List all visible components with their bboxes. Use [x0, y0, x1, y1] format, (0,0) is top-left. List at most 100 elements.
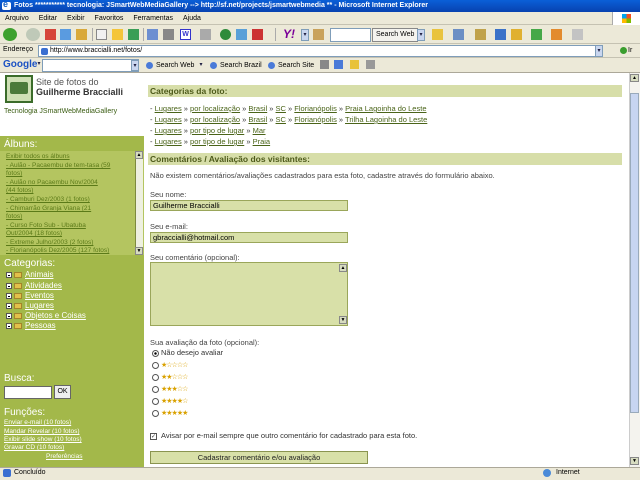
rating-option-2[interactable]: ★★☆☆☆	[152, 372, 188, 381]
site-title[interactable]: Site de fotos do Guilherme Braccialli	[36, 77, 123, 97]
favorites-icon[interactable]	[112, 29, 123, 40]
comment-textarea[interactable]	[150, 262, 348, 326]
google-search-input[interactable]	[42, 59, 139, 72]
tech-link[interactable]: Tecnologia JSmartWebMediaGallery	[4, 108, 117, 115]
category-lugares[interactable]: Lugares	[6, 301, 54, 310]
site-logo-icon[interactable]	[5, 75, 33, 103]
radio-icon[interactable]	[152, 397, 159, 405]
media-icon[interactable]	[236, 29, 247, 40]
favorites-y-icon[interactable]	[511, 29, 522, 40]
blogthis-icon[interactable]	[366, 60, 375, 69]
expand-icon[interactable]	[6, 271, 12, 278]
albums-scrollbar[interactable]	[135, 151, 143, 255]
expand-icon[interactable]	[6, 312, 12, 319]
google-input-dropdown-icon[interactable]: ▾	[131, 60, 139, 71]
textarea-scroll-down-icon[interactable]: ▼	[339, 316, 347, 324]
radio-icon[interactable]	[152, 385, 159, 393]
google-web-dropdown-icon[interactable]: ▾	[197, 60, 205, 71]
address-dropdown-icon[interactable]: ▾	[595, 45, 603, 57]
search-ok-button[interactable]: OK	[54, 385, 71, 399]
page-info-icon[interactable]	[320, 60, 329, 69]
rating-option-none[interactable]: Não desejo avaliar	[152, 348, 223, 357]
scroll-down-icon[interactable]: ▼	[135, 247, 143, 255]
go-button[interactable]: Ir	[620, 45, 638, 57]
messenger-icon[interactable]	[220, 29, 231, 40]
album-item[interactable]: fotos)	[6, 170, 22, 177]
album-item[interactable]: Exibir todos os álbuns	[6, 153, 70, 160]
textarea-scroll-up-icon[interactable]: ▲	[339, 264, 347, 272]
address-input[interactable]: http://www.braccialli.net/fotos/	[38, 45, 603, 57]
category-atividades[interactable]: Atividades	[6, 281, 62, 290]
home-icon[interactable]	[76, 29, 87, 40]
function-send-email[interactable]: Enviar e-mail (10 fotos)	[4, 419, 71, 426]
radio-selected-icon[interactable]	[152, 349, 159, 357]
name-field[interactable]: Guilherme Braccialli	[150, 200, 348, 211]
pencil-icon[interactable]	[313, 29, 324, 40]
album-item[interactable]: Out/2004 (18 fotos)	[6, 230, 62, 237]
radio-icon[interactable]	[152, 409, 159, 417]
sidebar-search-input[interactable]	[4, 386, 52, 399]
category-pessoas[interactable]: Pessoas	[6, 321, 56, 330]
rating-option-1[interactable]: ★☆☆☆☆	[152, 360, 188, 369]
album-item[interactable]: fotos)	[6, 213, 22, 220]
function-burn-cd[interactable]: Gravar CD (10 fotos)	[4, 444, 64, 451]
search-dropdown-icon[interactable]: ▾	[417, 29, 425, 41]
highlight-icon[interactable]	[432, 29, 443, 40]
album-item[interactable]: (44 fotos)	[6, 187, 33, 194]
print-icon[interactable]	[163, 29, 174, 40]
menu-ajuda[interactable]: Ajuda	[178, 12, 206, 25]
page-scroll-up-icon[interactable]: ▲	[630, 74, 639, 82]
menu-editar[interactable]: Editar	[34, 12, 62, 25]
submit-comment-button[interactable]: Cadastrar comentário e/ou avaliação	[150, 451, 368, 464]
category-objetos[interactable]: Objetos e Coisas	[6, 311, 86, 320]
search-icon[interactable]	[96, 29, 107, 40]
function-preferences[interactable]: Preferências	[46, 453, 83, 460]
stop-icon[interactable]	[45, 29, 56, 40]
news-icon[interactable]	[453, 29, 464, 40]
album-item[interactable]: - Extreme Julho/2003 (2 fotos)	[6, 239, 93, 246]
rating-option-5[interactable]: ★★★★★	[152, 408, 188, 417]
album-item[interactable]: - Curso Foto Sub - Ubatuba	[6, 222, 86, 229]
forward-icon[interactable]	[26, 28, 40, 41]
refresh-icon[interactable]	[60, 29, 71, 40]
page-scroll-down-icon[interactable]: ▼	[630, 457, 639, 465]
yahoo-search-input[interactable]	[330, 28, 371, 42]
menu-ferramentas[interactable]: Ferramentas	[128, 12, 178, 25]
edit-word-icon[interactable]: W	[180, 29, 191, 40]
album-item[interactable]: - Florianópolis Dez/2005 (127 fotos)	[6, 247, 109, 254]
settings-icon[interactable]	[572, 29, 583, 40]
finance-icon[interactable]	[531, 29, 542, 40]
function-order-prints[interactable]: Mandar Revelar (10 fotos)	[4, 428, 80, 435]
back-icon[interactable]	[3, 28, 17, 41]
google-search-brazil-button[interactable]: Search Brazil	[210, 59, 262, 72]
radio-icon[interactable]	[152, 361, 159, 369]
album-item[interactable]: - Chimarrão Granja Viana (21	[6, 205, 91, 212]
notify-checkbox-row[interactable]: ✓ Avisar por e-mail sempre que outro come…	[150, 431, 417, 440]
email-field[interactable]: gbraccialli@hotmail.com	[150, 232, 348, 243]
page-scroll-thumb[interactable]	[630, 93, 639, 413]
google-search-site-button[interactable]: Search Site	[268, 59, 314, 72]
research-icon[interactable]	[252, 29, 263, 40]
google-logo[interactable]: Google	[3, 59, 37, 70]
rating-option-3[interactable]: ★★★☆☆	[152, 384, 188, 393]
menu-arquivo[interactable]: Arquivo	[0, 12, 34, 25]
expand-icon[interactable]	[6, 302, 12, 309]
discuss-icon[interactable]	[200, 29, 211, 40]
highlight-g-icon[interactable]	[350, 60, 359, 69]
up-icon[interactable]	[334, 60, 343, 69]
yahoo-dropdown-icon[interactable]: ▾	[301, 29, 309, 41]
yahoo-logo-icon[interactable]: Y!	[283, 27, 295, 41]
music-icon[interactable]	[551, 29, 562, 40]
checkbox-checked-icon[interactable]: ✓	[150, 432, 157, 440]
album-item[interactable]: - Camburi Dez/2003 (1 fotos)	[6, 196, 90, 203]
google-search-web-button[interactable]: Search Web	[146, 59, 194, 72]
menu-exibir[interactable]: Exibir	[62, 12, 90, 25]
function-slideshow[interactable]: Exibir slide show (10 fotos)	[4, 436, 82, 443]
rating-option-4[interactable]: ★★★★☆	[152, 396, 188, 405]
radio-icon[interactable]	[152, 373, 159, 381]
expand-icon[interactable]	[6, 292, 12, 299]
category-eventos[interactable]: Eventos	[6, 291, 54, 300]
bookmarks-icon[interactable]	[475, 29, 486, 40]
scroll-up-icon[interactable]: ▲	[135, 151, 143, 159]
mail-icon[interactable]	[147, 29, 158, 40]
